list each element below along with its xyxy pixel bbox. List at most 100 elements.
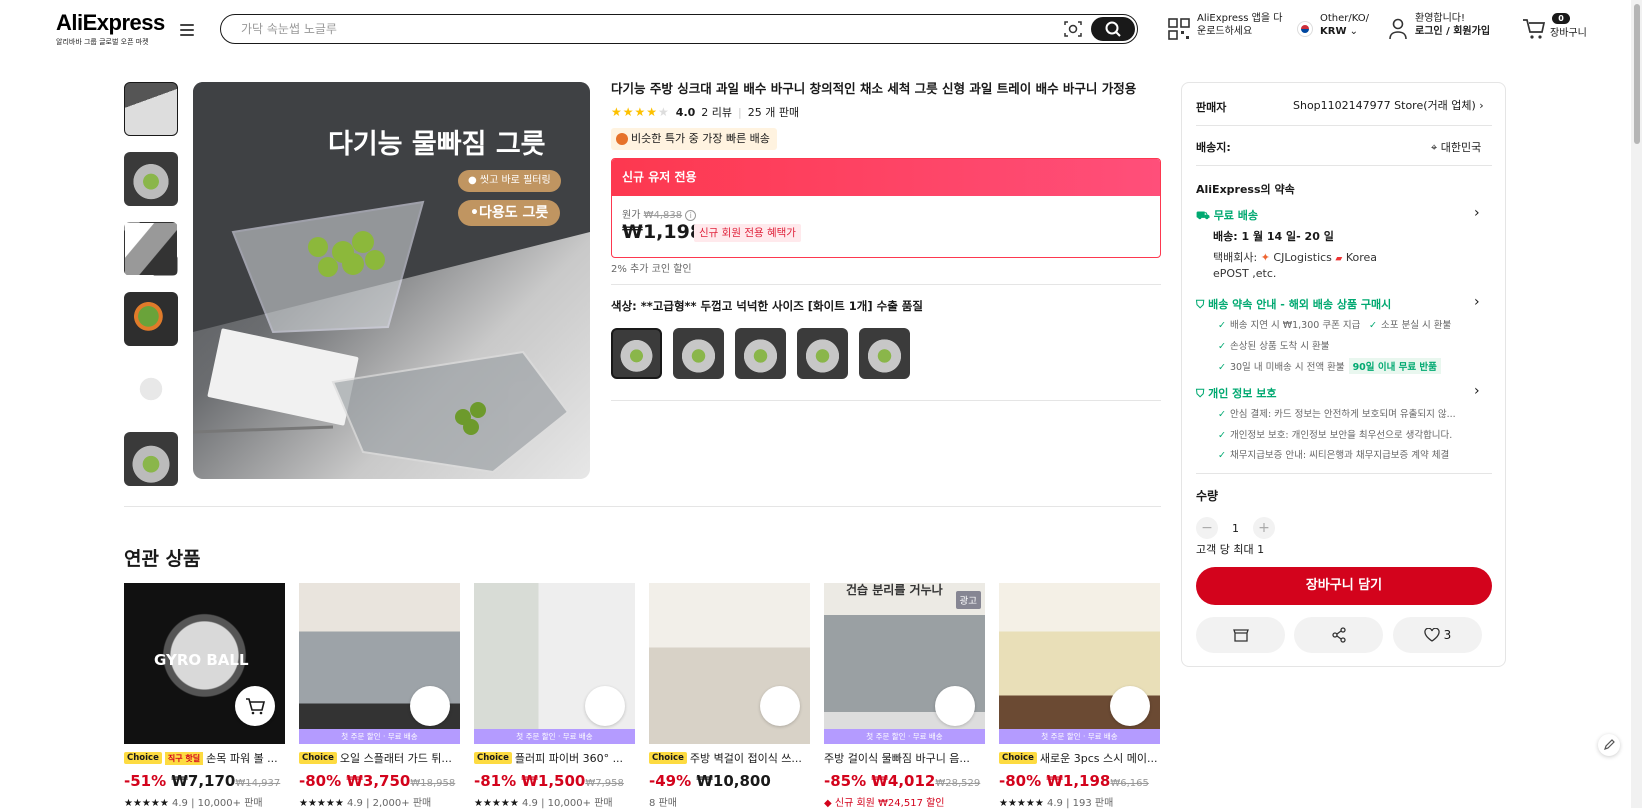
add-to-cart-icon[interactable] xyxy=(235,686,275,726)
product-card[interactable]: Choice 주방 벽걸이 접이식 쓰... -49% ₩10,800 8 판매 xyxy=(649,583,810,809)
product-card[interactable]: 건습 분리를 거누나 광고 첫 주문 할인 · 무료 배송 주방 걸이식 물빠짐… xyxy=(824,583,985,809)
store-button[interactable] xyxy=(1196,617,1285,653)
ship-to-selector[interactable]: ⌖ 대한민국 xyxy=(1431,139,1481,155)
card-price: ₩1,500 xyxy=(521,772,586,790)
thumbnail-1[interactable] xyxy=(124,82,178,136)
hamburger-menu-icon[interactable] xyxy=(180,24,194,36)
search-bar xyxy=(220,14,1138,44)
reviews-link[interactable]: 2 리뷰 xyxy=(701,104,732,120)
thumbnail-3[interactable] xyxy=(124,222,178,276)
add-to-cart-icon[interactable] xyxy=(585,686,625,726)
share-button[interactable] xyxy=(1294,617,1383,653)
main-product-image[interactable]: 다기능 물빠짐 그릇 ● 씻고 바로 필터링 •다용도 그릇 xyxy=(193,82,590,479)
card-meta: 4.9 | 2,000+ 판매 xyxy=(347,798,432,809)
discount: -81% xyxy=(474,772,517,790)
thumbnail-5[interactable] xyxy=(124,362,178,416)
product-card[interactable]: GYRO BALL Choice 직구 핫딜 손목 파워 볼 ... -51% ₩7… xyxy=(124,583,285,809)
choice-badge: Choice xyxy=(474,752,512,764)
color-swatch-2[interactable] xyxy=(673,328,724,379)
check-item: 배송 지연 시 ₩1,300 쿠폰 지급 xyxy=(1218,317,1360,331)
color-swatch-4[interactable] xyxy=(797,328,848,379)
aliexpress-logo[interactable]: AliExpress 알리바바 그룹 글로벌 오픈 마켓 xyxy=(56,10,166,47)
thumbnail-4[interactable] xyxy=(124,292,178,346)
color-swatch-1[interactable] xyxy=(611,328,662,379)
free-shipping-row[interactable]: ⛟ 무료 배송 xyxy=(1196,207,1258,224)
check-item: 소포 분실 시 환불 xyxy=(1369,317,1451,331)
thumbnail-2[interactable] xyxy=(124,152,178,206)
color-swatch-5[interactable] xyxy=(859,328,910,379)
add-to-cart-icon[interactable] xyxy=(760,686,800,726)
color-swatch-3[interactable] xyxy=(735,328,786,379)
quantity-label: 수량 xyxy=(1196,489,1219,503)
new-member-tag: 신규 회원 전용 혜택가 xyxy=(694,224,801,242)
top-header: AliExpress 알리바바 그룹 글로벌 오픈 마켓 AliExpress … xyxy=(0,0,1642,58)
chevron-right-icon[interactable]: › xyxy=(1474,294,1480,310)
account-link[interactable]: 환영합니다! 로그인 / 회원가입 xyxy=(1415,12,1490,38)
promo-bar: 신규 유저 전용 xyxy=(612,159,1160,196)
app-download-link[interactable]: AliExpress 앱을 다 운로드하세요 xyxy=(1197,12,1282,38)
location-pin-icon: ⌖ xyxy=(1431,141,1438,154)
rating-stars-icon: ★★★★★ xyxy=(474,798,519,809)
search-input[interactable] xyxy=(241,20,1021,38)
rating-row: ★★★★★ 4.0 2 리뷰 | 25 개 판매 xyxy=(611,104,800,120)
discount: -85% xyxy=(824,772,867,790)
product-card[interactable]: 첫 주문 할인 · 무료 배송 Choice 플러피 파이버 360° ... -… xyxy=(474,583,635,809)
coin-discount-note: 2% 추가 코인 할인 xyxy=(611,264,692,275)
deal-badge: 비슷한 특가 중 가장 빠른 배송 xyxy=(611,128,777,150)
card-meta: 4.9 | 193 판매 xyxy=(1047,798,1114,809)
cj-logo-icon: ✦ xyxy=(1260,251,1270,264)
product-card[interactable]: 첫 주문 할인 · 무료 배송 Choice 새로운 3pcs 스시 메이... … xyxy=(999,583,1160,809)
image-search-icon[interactable] xyxy=(1063,19,1083,39)
privacy-row[interactable]: ⛉ 개인 정보 보호 xyxy=(1196,385,1276,401)
divider xyxy=(611,284,1161,285)
check-item: 30일 내 미배송 시 전액 환불90일 이내 무료 반품 xyxy=(1218,358,1441,374)
chevron-right-icon[interactable]: › xyxy=(1474,205,1480,221)
heart-icon xyxy=(1424,628,1440,642)
qty-value[interactable]: 1 xyxy=(1232,522,1239,535)
wishlist-button[interactable]: 3 xyxy=(1393,617,1482,653)
card-title: 새로운 3pcs 스시 메이... xyxy=(1039,752,1158,765)
truck-icon: ⛟ xyxy=(1196,209,1210,222)
check-item: 개인정보 보호: 개인정보 보안을 최우선으로 생각합니다. xyxy=(1218,427,1452,441)
product-image: 첫 주문 할인 · 무료 배송 xyxy=(474,583,635,744)
add-to-cart-icon[interactable] xyxy=(410,686,450,726)
user-icon[interactable] xyxy=(1388,18,1408,40)
add-to-cart-button[interactable]: 장바구니 담기 xyxy=(1196,567,1492,605)
search-button[interactable] xyxy=(1091,17,1135,41)
add-to-cart-icon[interactable] xyxy=(1110,686,1150,726)
rating-value: 4.0 xyxy=(675,105,696,119)
page-scrollbar[interactable] xyxy=(1631,0,1642,808)
store-icon xyxy=(1232,629,1249,642)
choice-badge: Choice xyxy=(649,752,687,764)
card-orig-price: ₩18,958 xyxy=(410,778,456,789)
info-icon[interactable]: i xyxy=(685,210,697,221)
cart-label[interactable]: 장바구니 xyxy=(1550,27,1587,40)
cart-icon[interactable] xyxy=(1522,18,1546,40)
discount: -51% xyxy=(124,772,167,790)
price-box: 신규 유저 전용 원가 ₩4,838 i ₩1,198 신규 회원 전용 혜택가 xyxy=(611,158,1161,258)
greeting-text: 환영합니다! xyxy=(1415,13,1466,24)
decrease-qty-button[interactable]: − xyxy=(1196,517,1218,539)
cart-count-badge: 0 xyxy=(1552,13,1570,24)
epost-logo-icon: ▰ xyxy=(1335,254,1343,264)
feedback-edit-button[interactable] xyxy=(1598,734,1620,756)
thumbnail-6[interactable] xyxy=(124,432,178,486)
card-price: ₩4,012 xyxy=(871,772,936,790)
card-orig-price: ₩6,165 xyxy=(1110,778,1149,789)
region-currency-selector[interactable]: Other/KO/ KRW ⌄ xyxy=(1320,12,1369,38)
check-item: 손상된 상품 도착 시 환불 xyxy=(1218,338,1329,352)
scrollbar-thumb[interactable] xyxy=(1634,4,1640,144)
first-order-banner: 첫 주문 할인 · 무료 배송 xyxy=(474,729,635,744)
chevron-right-icon[interactable]: › xyxy=(1474,383,1480,399)
divider xyxy=(611,400,1161,401)
diamond-icon: ◆ xyxy=(824,798,832,809)
increase-qty-button[interactable]: + xyxy=(1253,517,1275,539)
product-card[interactable]: 첫 주문 할인 · 무료 배송 Choice 오일 스플래터 가드 튀... -8… xyxy=(299,583,460,809)
card-orig-price: ₩14,937 xyxy=(235,778,281,789)
shipping-promise-row[interactable]: ⛉ 배송 약속 안내 - 해외 배송 상품 구매시 xyxy=(1196,296,1391,312)
add-to-cart-icon[interactable] xyxy=(935,686,975,726)
first-order-banner: 첫 주문 할인 · 무료 배송 xyxy=(299,729,460,744)
seller-name-link[interactable]: Shop1102147977 Store(거래 업체) › xyxy=(1293,97,1484,113)
qr-code-icon[interactable] xyxy=(1168,18,1190,40)
search-icon xyxy=(1105,21,1121,37)
